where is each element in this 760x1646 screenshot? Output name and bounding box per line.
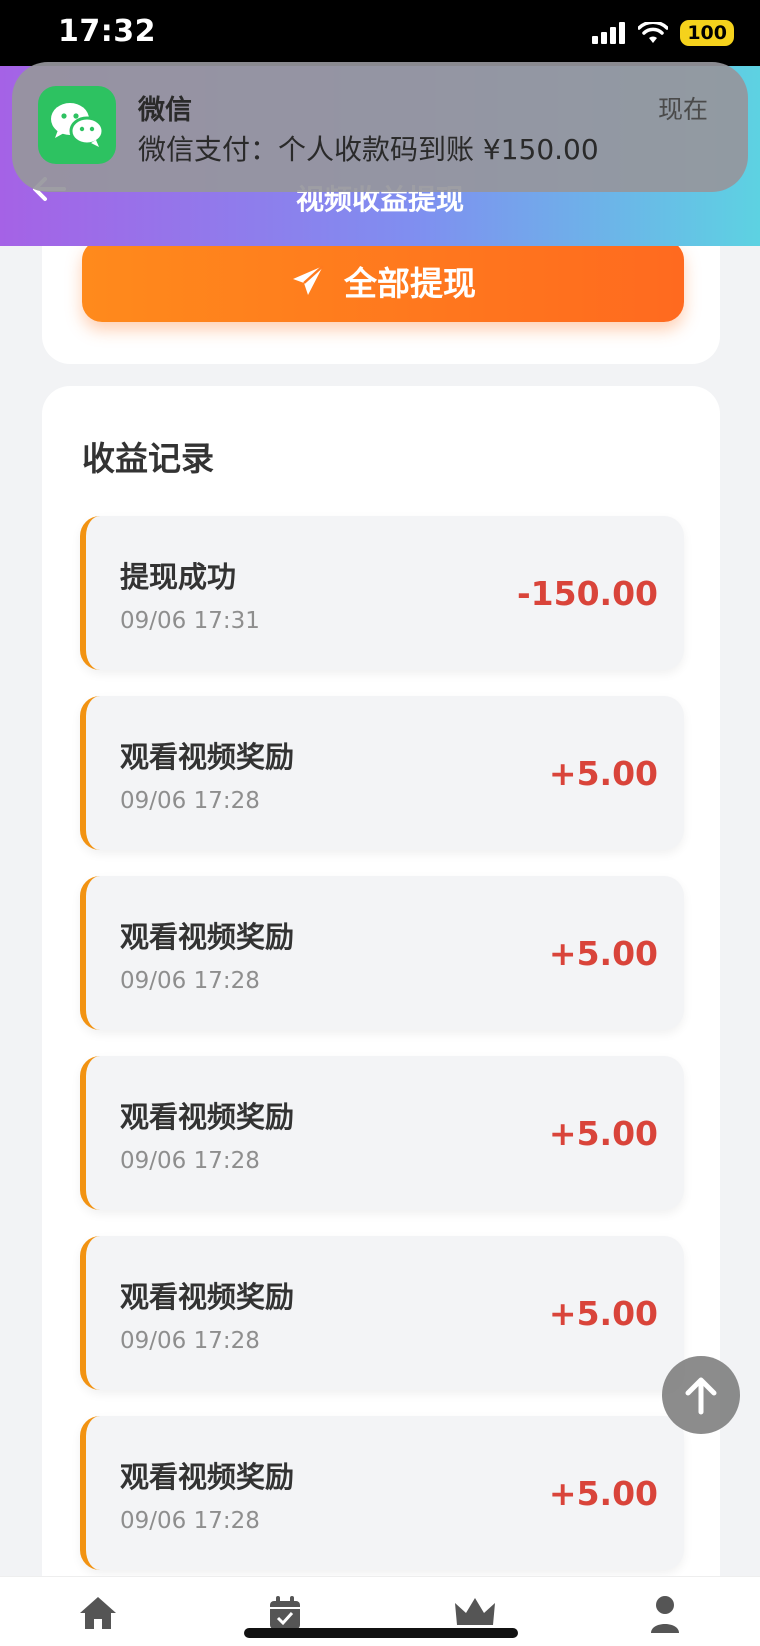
- record-time: 09/06 17:31: [120, 608, 260, 634]
- signal-icon: [592, 22, 626, 44]
- wifi-icon: [638, 22, 669, 43]
- record-amount: +5.00: [548, 754, 658, 793]
- record-time: 09/06 17:28: [120, 788, 260, 814]
- scroll-to-top-button[interactable]: [662, 1356, 740, 1434]
- battery-badge: 100: [680, 20, 734, 46]
- status-bar: 17:32 100: [0, 0, 760, 66]
- calendar-check-icon: [270, 1596, 300, 1629]
- record-amount: +5.00: [548, 934, 658, 973]
- record-amount: +5.00: [548, 1474, 658, 1513]
- crown-icon: [455, 1598, 495, 1625]
- records-title: 收益记录: [82, 439, 214, 478]
- record-time: 09/06 17:28: [120, 968, 260, 994]
- record-time: 09/06 17:28: [120, 1148, 260, 1174]
- user-icon: [651, 1596, 679, 1633]
- record-amount: +5.00: [548, 1294, 658, 1333]
- record-amount: +5.00: [548, 1114, 658, 1153]
- records-card: 收益记录 提现成功 09/06 17:31 -150.00 观看视频奖励 09/…: [42, 386, 720, 1576]
- record-item: 观看视频奖励 09/06 17:28 +5.00: [80, 876, 684, 1030]
- record-name: 观看视频奖励: [120, 740, 295, 774]
- record-item: 提现成功 09/06 17:31 -150.00: [80, 516, 684, 670]
- wechat-app-icon: [38, 86, 116, 164]
- nav-profile[interactable]: [650, 1595, 680, 1637]
- nav-home[interactable]: [78, 1595, 118, 1635]
- home-icon: [80, 1597, 116, 1629]
- wechat-notification[interactable]: 微信 微信支付：个人收款码到账 ¥150.00 现在: [12, 62, 748, 192]
- record-name: 观看视频奖励: [120, 1280, 295, 1314]
- notification-app-name: 微信: [138, 95, 192, 126]
- status-icons: 100: [592, 20, 734, 46]
- record-item: 观看视频奖励 09/06 17:28 +5.00: [80, 1056, 684, 1210]
- record-time: 09/06 17:28: [120, 1328, 260, 1354]
- withdraw-card: 全部提现: [42, 246, 720, 364]
- notification-message: 微信支付：个人收款码到账 ¥150.00: [138, 133, 599, 166]
- home-indicator: [244, 1628, 518, 1638]
- record-time: 09/06 17:28: [120, 1508, 260, 1534]
- main-content: 全部提现 收益记录 提现成功 09/06 17:31 -150.00 观看视频奖…: [0, 246, 760, 1576]
- record-list: 提现成功 09/06 17:31 -150.00 观看视频奖励 09/06 17…: [80, 516, 684, 1576]
- record-name: 观看视频奖励: [120, 1460, 295, 1494]
- record-name: 观看视频奖励: [120, 1100, 295, 1134]
- notification-time: 现在: [657, 95, 708, 124]
- status-time: 17:32: [58, 14, 156, 49]
- record-name: 提现成功: [120, 560, 237, 594]
- withdraw-all-button[interactable]: 全部提现: [82, 246, 684, 322]
- record-item: 观看视频奖励 09/06 17:28 +5.00: [80, 1416, 684, 1570]
- record-name: 观看视频奖励: [120, 920, 295, 954]
- arrow-up-icon: [685, 1377, 717, 1415]
- withdraw-all-label: 全部提现: [344, 264, 476, 303]
- send-icon: [293, 265, 324, 295]
- record-amount: -150.00: [516, 574, 658, 613]
- record-item: 观看视频奖励 09/06 17:28 +5.00: [80, 696, 684, 850]
- record-item: 观看视频奖励 09/06 17:28 +5.00: [80, 1236, 684, 1390]
